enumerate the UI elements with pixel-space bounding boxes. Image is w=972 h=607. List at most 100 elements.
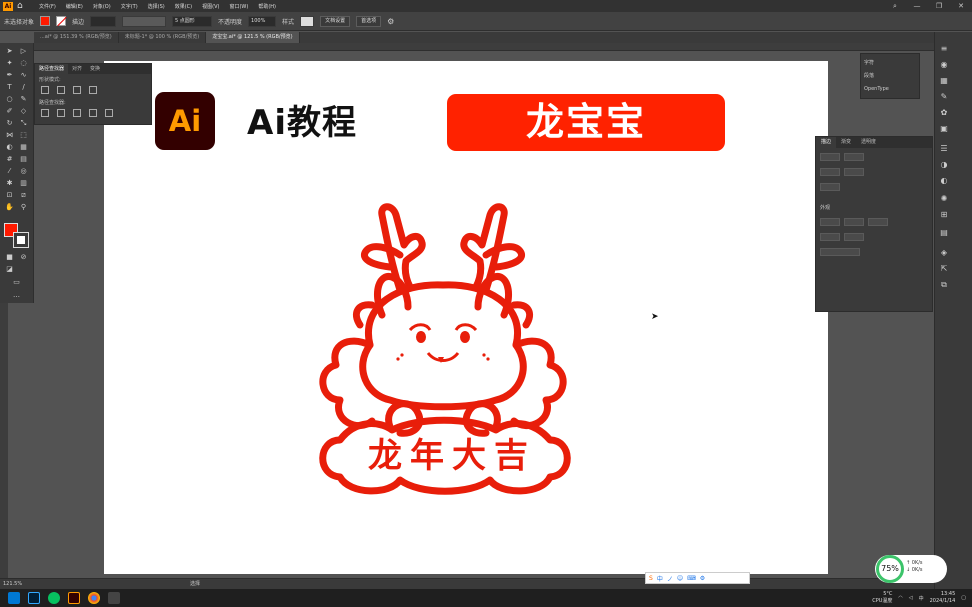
volume-icon[interactable]: ◁ (909, 595, 913, 601)
brush-field[interactable]: 5 点圆形 (172, 15, 213, 27)
more-tools-icon[interactable]: … (12, 291, 21, 300)
ime-settings-icon[interactable]: ⚙ (700, 575, 705, 582)
dash-input-1[interactable] (820, 218, 840, 226)
arrowhead-start[interactable] (820, 233, 840, 241)
unite-icon[interactable] (41, 86, 49, 94)
magic-wand-tool-icon[interactable]: ✦ (5, 59, 14, 68)
photoshop-icon[interactable] (28, 592, 40, 604)
home-icon[interactable]: ⌂ (17, 1, 27, 11)
dash-input-2[interactable] (844, 218, 864, 226)
links-icon[interactable]: ⧉ (939, 280, 949, 290)
color-icon[interactable]: ◉ (939, 60, 949, 70)
corner-options[interactable] (844, 168, 864, 176)
eraser-tool-icon[interactable]: ◇ (19, 107, 28, 116)
divide-icon[interactable] (41, 109, 49, 117)
export-icon[interactable]: ⇱ (939, 264, 949, 274)
opacity-field[interactable]: 100% (248, 15, 277, 27)
zoom-level[interactable]: 121.5% (3, 579, 22, 589)
ime-lang[interactable]: 中 (657, 574, 663, 583)
stroke-weight-input[interactable] (820, 153, 840, 161)
scale-tool-icon[interactable]: ⤡ (19, 119, 28, 128)
gradient-tool-icon[interactable]: ▤ (19, 155, 28, 164)
curvature-tool-icon[interactable]: ∿ (19, 71, 28, 80)
menu-edit[interactable]: 编辑(E) (66, 3, 83, 10)
stroke-icon[interactable]: ☰ (939, 144, 949, 154)
tab-document-2[interactable]: 未标题-1* @ 100 % (RGB/预览) (119, 32, 207, 43)
ime-emoji-icon[interactable]: ☺ (677, 575, 683, 582)
symbols-icon[interactable]: ✿ (939, 108, 949, 118)
vertical-ruler[interactable] (0, 303, 8, 578)
stroke-weight-field[interactable] (90, 15, 117, 27)
gradient-icon[interactable]: ◑ (939, 160, 949, 170)
illustrator-icon[interactable] (68, 592, 80, 604)
explorer-icon[interactable] (108, 592, 120, 604)
stroke-swatch[interactable] (56, 16, 67, 26)
comments-icon[interactable]: ▤ (939, 228, 949, 238)
minimize-icon[interactable]: — (906, 2, 928, 10)
horizontal-ruler[interactable] (34, 43, 934, 51)
tab-document-1[interactable]: ...ai* @ 151.39 % (RGB/预览) (34, 32, 119, 43)
menu-help[interactable]: 帮助(H) (258, 3, 276, 10)
libraries-icon[interactable]: ◈ (939, 248, 949, 258)
pen-tool-icon[interactable]: ✒ (5, 71, 14, 80)
screen-mode-icon[interactable]: ▭ (12, 278, 21, 287)
fill-swatch[interactable] (40, 16, 51, 26)
direct-selection-tool-icon[interactable]: ▷ (19, 47, 28, 56)
none-color-icon[interactable]: ⊘ (19, 253, 28, 262)
graphic-styles-icon[interactable]: ▣ (939, 124, 949, 134)
type-tool-icon[interactable]: T (5, 83, 14, 92)
profile-select[interactable] (820, 248, 860, 256)
ime-indicator[interactable]: 中 (919, 595, 924, 602)
opentype-panel-item[interactable]: OpenType (864, 83, 916, 96)
draw-mode-icon[interactable]: ◪ (5, 265, 14, 274)
tab-document-active[interactable]: 龙宝宝.ai* @ 121.5 % (RGB/预览) (206, 32, 300, 43)
dash-input-3[interactable] (868, 218, 888, 226)
blend-tool-icon[interactable]: ◎ (19, 167, 28, 176)
menu-view[interactable]: 视图(V) (202, 3, 219, 10)
color-mode-icon[interactable]: ■ (5, 253, 14, 262)
close-icon[interactable]: ✕ (950, 2, 972, 10)
zoom-tool-icon[interactable]: ⚲ (19, 203, 28, 212)
layers-icon[interactable]: ≡ (939, 44, 949, 54)
tab-transparency[interactable]: 透明度 (856, 137, 881, 148)
align-icon[interactable]: ⊞ (939, 210, 949, 220)
arrange-icon[interactable]: ⚙ (387, 17, 394, 26)
menu-window[interactable]: 窗口(W) (229, 3, 248, 10)
artboard-tool-icon[interactable]: ⊡ (5, 191, 14, 200)
stroke-color-swatch[interactable] (13, 232, 29, 248)
appearance-icon[interactable]: ✺ (939, 194, 949, 204)
rotate-tool-icon[interactable]: ↻ (5, 119, 14, 128)
exclude-icon[interactable] (89, 86, 97, 94)
tab-stroke[interactable]: 描边 (816, 137, 837, 148)
mesh-tool-icon[interactable]: # (5, 155, 14, 164)
transparency-icon[interactable]: ◐ (939, 176, 949, 186)
document-setup-button[interactable]: 文档设置 (320, 15, 351, 27)
brushes-icon[interactable]: ✎ (939, 92, 949, 102)
width-tool-icon[interactable]: ⋈ (5, 131, 14, 140)
search-icon[interactable]: ⌕ (884, 2, 906, 11)
ellipse-tool-icon[interactable]: ○ (5, 95, 14, 104)
menu-object[interactable]: 对象(O) (93, 3, 111, 10)
tab-pathfinder[interactable]: 路径查找器 (35, 64, 69, 74)
minus-front-icon[interactable] (57, 86, 65, 94)
eyedropper-tool-icon[interactable]: ⁄ (5, 167, 14, 176)
menu-effect[interactable]: 效果(C) (175, 3, 192, 10)
menu-file[interactable]: 文件(F) (39, 3, 56, 10)
shaper-tool-icon[interactable]: ✐ (5, 107, 14, 116)
tab-align[interactable]: 对齐 (68, 64, 86, 74)
ime-punct[interactable]: ノ (667, 574, 673, 583)
ime-logo-icon[interactable]: S (649, 575, 653, 582)
wechat-icon[interactable] (48, 592, 60, 604)
ime-keyboard-icon[interactable]: ⌨ (687, 575, 696, 582)
swatches-icon[interactable]: ▦ (939, 76, 949, 86)
tab-gradient[interactable]: 渐变 (836, 137, 856, 148)
hand-tool-icon[interactable]: ✋ (5, 203, 14, 212)
start-icon[interactable] (8, 592, 20, 604)
trim-icon[interactable] (57, 109, 65, 117)
outline-icon[interactable] (105, 109, 113, 117)
clock[interactable]: 13:45 2024/1/14 (930, 591, 956, 605)
intersect-icon[interactable] (73, 86, 81, 94)
cap-options[interactable] (820, 168, 840, 176)
slice-tool-icon[interactable]: ⧄ (19, 191, 28, 200)
shape-builder-tool-icon[interactable]: ◐ (5, 143, 14, 152)
